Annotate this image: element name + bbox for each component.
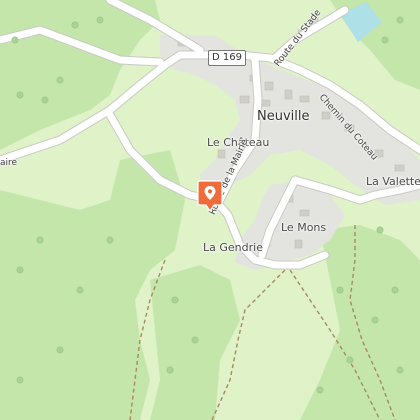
location-pin-icon — [197, 180, 223, 212]
place-label-mons: Le Mons — [281, 221, 327, 234]
map-view[interactable]: Neuville Le Château La Valette Le Mons L… — [0, 0, 420, 420]
place-label-town: Neuville — [257, 109, 310, 124]
place-label-valette: La Valette — [366, 175, 420, 188]
location-pin-marker[interactable] — [197, 180, 223, 212]
place-label-gendrie: La Gendrie — [203, 241, 263, 254]
road-shield-d169: D 169 — [208, 50, 246, 66]
road-label-edge: aire — [0, 158, 18, 168]
